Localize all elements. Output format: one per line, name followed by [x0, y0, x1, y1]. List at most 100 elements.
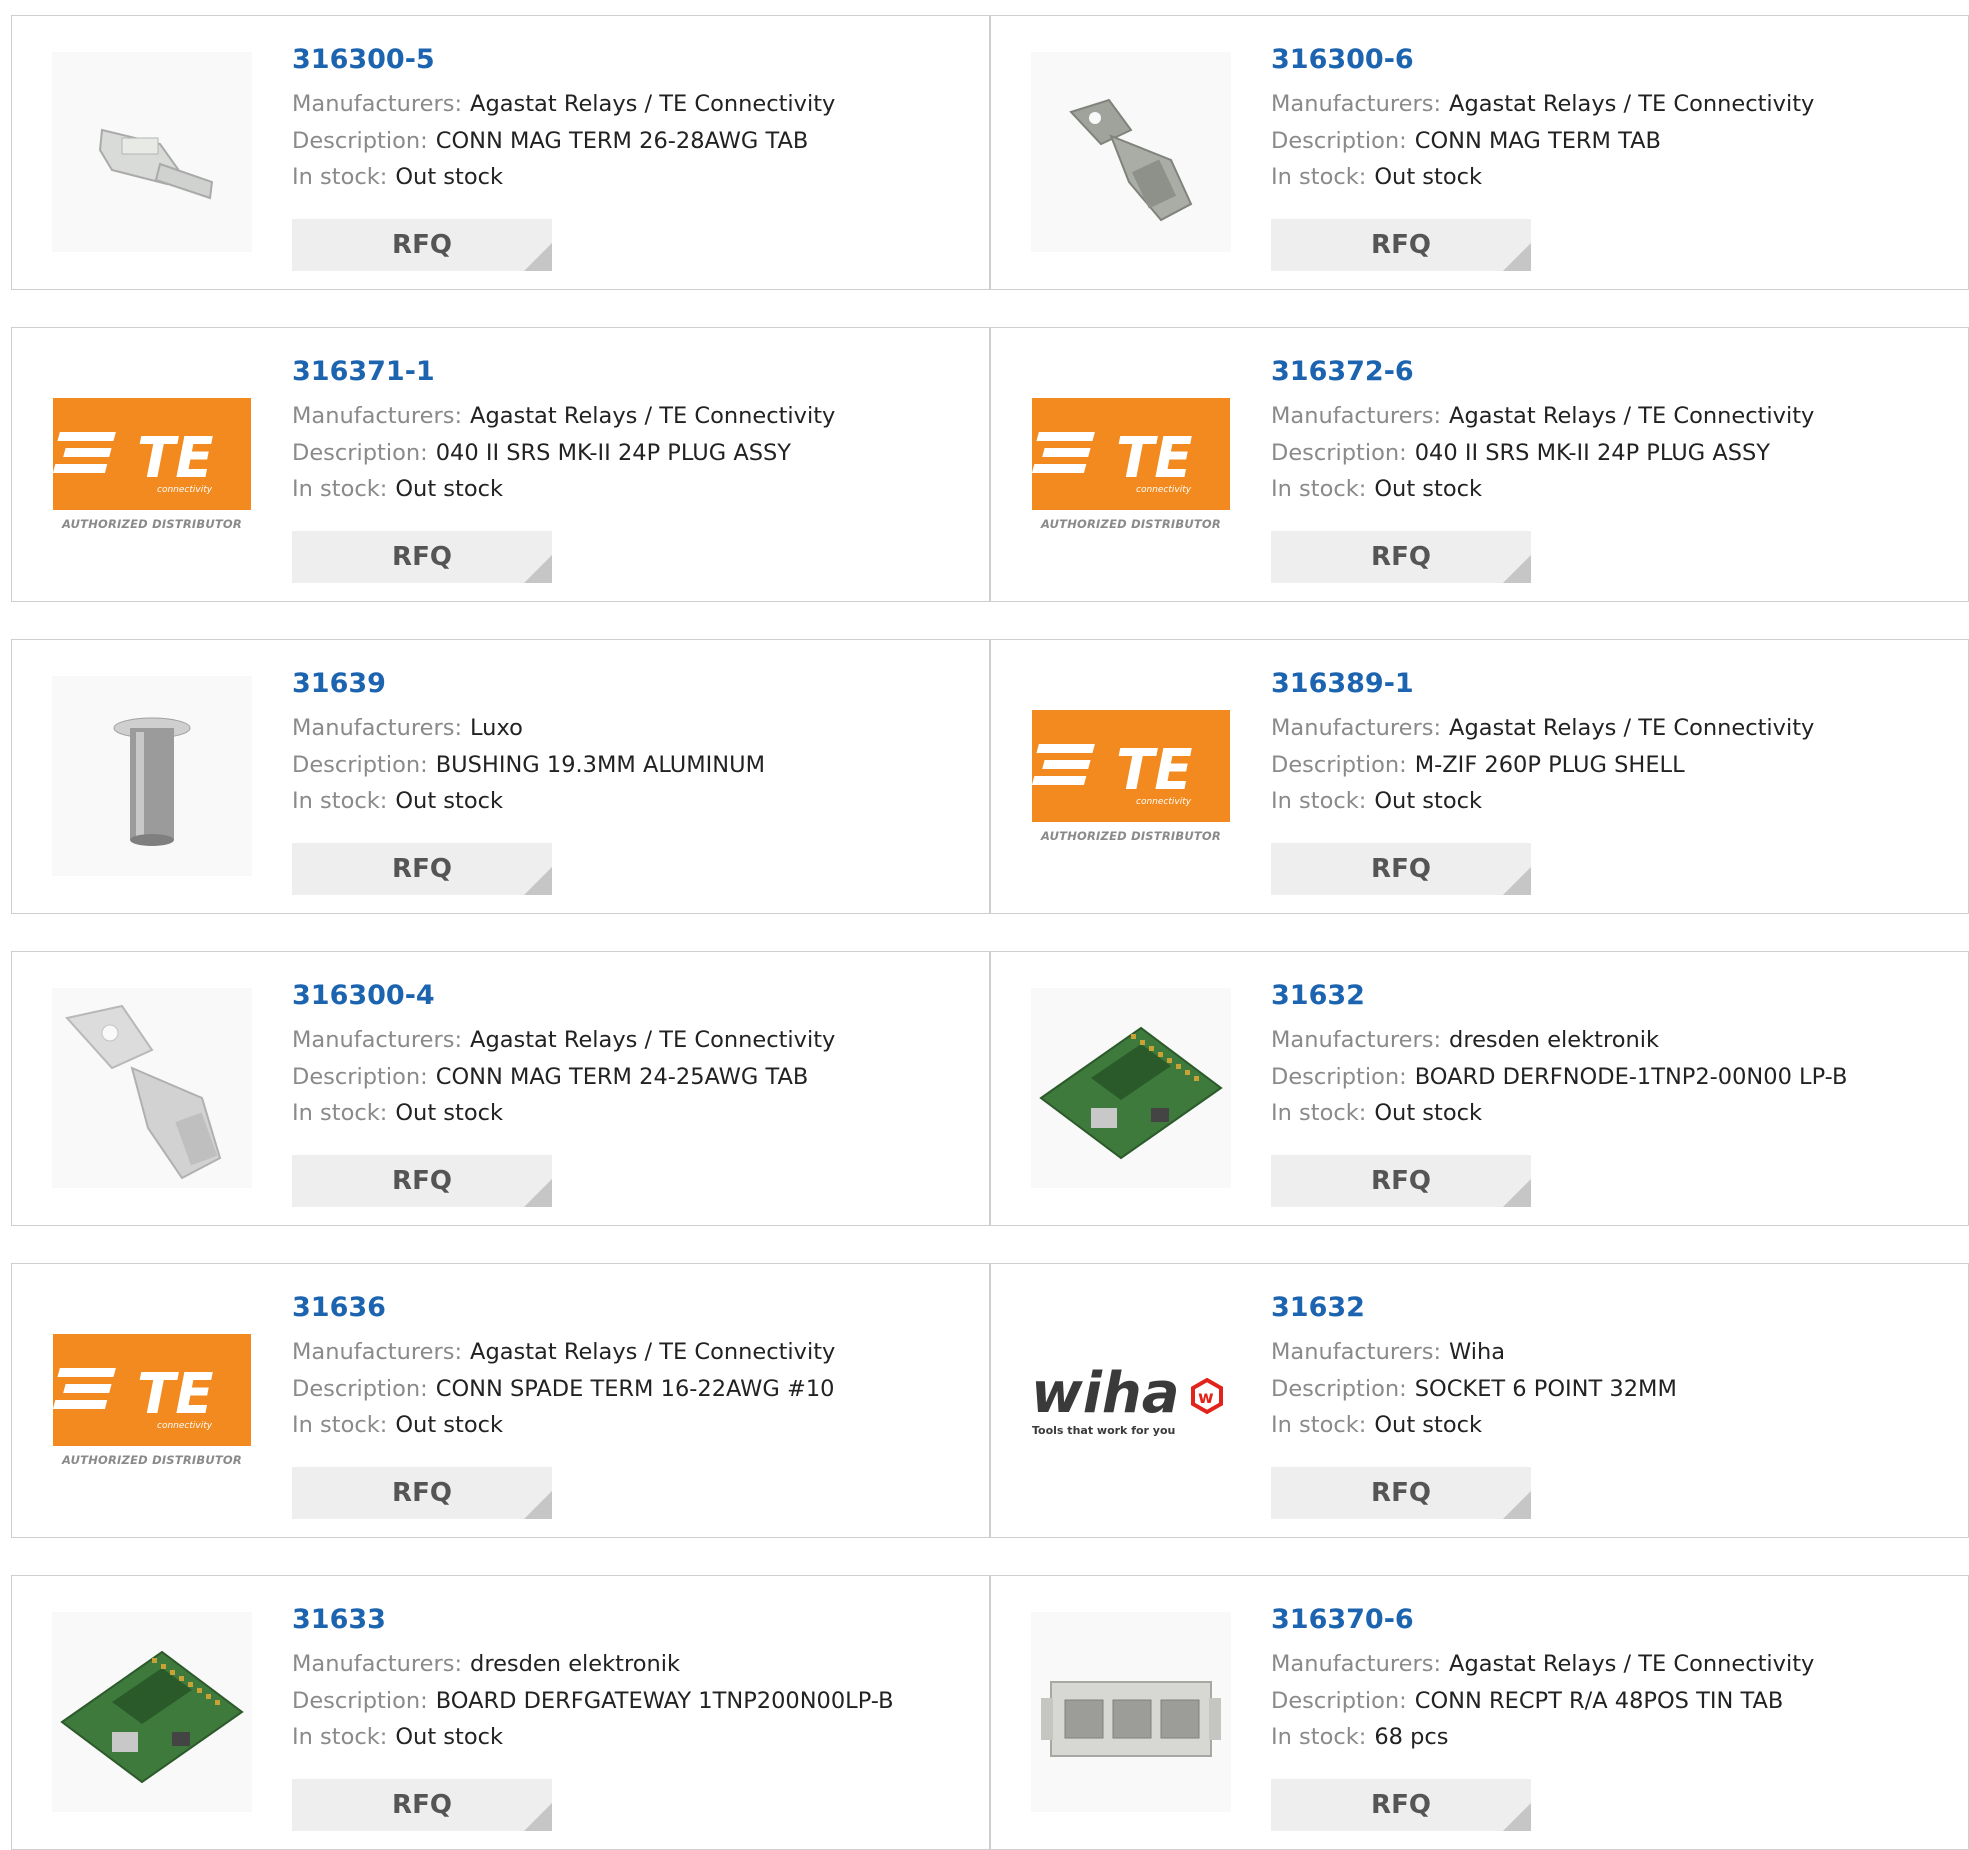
manufacturer-label: Manufacturers:	[292, 1651, 463, 1677]
rfq-button[interactable]: RFQ	[1271, 531, 1531, 583]
rfq-label: RFQ	[392, 1790, 452, 1820]
product-thumbnail[interactable]: wiha w Tools that work for you	[1031, 1300, 1231, 1500]
corner-triangle-icon	[524, 1491, 552, 1519]
manufacturer-row: Manufacturers: dresden elektronik	[292, 1653, 894, 1676]
rfq-button[interactable]: RFQ	[1271, 843, 1531, 895]
manufacturer-value: Agastat Relays / TE Connectivity	[470, 91, 836, 117]
rfq-label: RFQ	[392, 230, 452, 260]
part-number-link[interactable]: 31632	[1271, 1294, 1365, 1321]
product-thumbnail[interactable]	[1031, 52, 1231, 252]
description-label: Description:	[292, 1375, 428, 1402]
part-number-link[interactable]: 31636	[292, 1294, 386, 1321]
part-number-link[interactable]: 316372-6	[1271, 358, 1414, 385]
rfq-button[interactable]: RFQ	[292, 1155, 552, 1207]
description-row: Description: BUSHING 19.3MM ALUMINUM	[292, 751, 765, 778]
part-number-link[interactable]: 31639	[292, 670, 386, 697]
rfq-label: RFQ	[1371, 1478, 1431, 1508]
product-card: 316300-6 Manufacturers: Agastat Relays / T…	[990, 15, 1969, 290]
rfq-button[interactable]: RFQ	[292, 531, 552, 583]
wiha-brand-text: wiha	[1031, 1361, 1180, 1426]
part-number-link[interactable]: 316300-4	[292, 982, 435, 1009]
rfq-button[interactable]: RFQ	[292, 219, 552, 271]
authorized-distributor-text: AUTHORIZED DISTRIBUTOR	[62, 1452, 242, 1467]
manufacturer-row: Manufacturers: Agastat Relays / TE Connec…	[292, 93, 835, 116]
part-number-link[interactable]: 316389-1	[1271, 670, 1414, 697]
product-thumbnail[interactable]: TE connectivity AUTHORIZED DISTRIBUTOR	[52, 364, 252, 564]
te-logo-text: TE	[137, 426, 213, 491]
rfq-button[interactable]: RFQ	[1271, 219, 1531, 271]
product-card: TE connectivity AUTHORIZED DISTRIBUTOR 3163…	[990, 639, 1969, 914]
stock-status-row: In stock: Out stock	[292, 478, 835, 501]
product-card: wiha w Tools that work for you 31632 Manufac…	[990, 1263, 1969, 1538]
product-card: TE connectivity AUTHORIZED DISTRIBUTOR 3163…	[11, 327, 990, 602]
description-label: Description:	[292, 1063, 428, 1090]
wiha-tagline: Tools that work for you	[1032, 1424, 1175, 1437]
manufacturer-value: dresden elektronik	[1449, 1027, 1660, 1053]
stock-status-value: Out stock	[395, 788, 503, 814]
description-label: Description:	[292, 439, 428, 466]
description-label: Description:	[292, 751, 428, 778]
te-logo-box: TE connectivity	[52, 397, 251, 510]
product-card: TE connectivity AUTHORIZED DISTRIBUTOR 3163…	[11, 1263, 990, 1538]
product-card: 31633 Manufacturers: dresden elektronik Des…	[11, 1575, 990, 1850]
stock-status-value: Out stock	[1374, 788, 1482, 814]
product-info: 31632 Manufacturers: dresden elektronik Des…	[1271, 982, 1847, 1125]
rfq-button[interactable]: RFQ	[292, 1779, 552, 1831]
description-label: Description:	[1271, 751, 1407, 778]
rfq-button[interactable]: RFQ	[292, 843, 552, 895]
stock-status-value: Out stock	[1374, 476, 1482, 502]
product-thumbnail[interactable]	[1031, 1612, 1231, 1812]
rfq-label: RFQ	[392, 854, 452, 884]
stock-status-label: In stock:	[292, 1724, 388, 1750]
part-number-link[interactable]: 31632	[1271, 982, 1365, 1009]
part-number-link[interactable]: 316370-6	[1271, 1606, 1414, 1633]
manufacturer-label: Manufacturers:	[292, 715, 463, 741]
te-connectivity-logo: TE connectivity AUTHORIZED DISTRIBUTOR	[1031, 397, 1231, 531]
description-value: CONN MAG TERM TAB	[1414, 127, 1661, 154]
manufacturer-value: Luxo	[470, 715, 523, 741]
description-value: CONN MAG TERM 26-28AWG TAB	[435, 127, 809, 154]
product-thumbnail[interactable]	[52, 52, 252, 252]
corner-triangle-icon	[1503, 243, 1531, 271]
product-thumbnail[interactable]	[1031, 988, 1231, 1188]
product-thumbnail[interactable]	[52, 988, 252, 1188]
product-info: 316372-6 Manufacturers: Agastat Relays / T…	[1271, 358, 1814, 501]
description-row: Description: BOARD DERFNODE-1TNP2-00N00 L…	[1271, 1065, 1847, 1089]
te-logo-box: TE connectivity	[1031, 709, 1230, 822]
te-connectivity-logo: TE connectivity AUTHORIZED DISTRIBUTOR	[52, 1333, 252, 1467]
product-thumbnail[interactable]: TE connectivity AUTHORIZED DISTRIBUTOR	[1031, 364, 1231, 564]
product-thumbnail[interactable]: TE connectivity AUTHORIZED DISTRIBUTOR	[52, 1300, 252, 1500]
part-number-link[interactable]: 316371-1	[292, 358, 435, 385]
rfq-button[interactable]: RFQ	[1271, 1155, 1531, 1207]
rfq-button[interactable]: RFQ	[1271, 1779, 1531, 1831]
manufacturer-label: Manufacturers:	[292, 91, 463, 117]
stock-status-label: In stock:	[292, 476, 388, 502]
product-thumbnail[interactable]	[52, 1612, 252, 1812]
te-logo-text: TE	[1116, 738, 1192, 803]
rfq-label: RFQ	[1371, 854, 1431, 884]
rfq-label: RFQ	[392, 1166, 452, 1196]
product-info: 316300-5 Manufacturers: Agastat Relays / T…	[292, 46, 835, 189]
rfq-label: RFQ	[392, 1478, 452, 1508]
stock-status-label: In stock:	[292, 788, 388, 814]
rfq-button[interactable]: RFQ	[1271, 1467, 1531, 1519]
part-number-link[interactable]: 316300-6	[1271, 46, 1414, 73]
description-value: CONN SPADE TERM 16-22AWG #10	[435, 1375, 835, 1402]
stock-status-value: Out stock	[395, 164, 503, 190]
part-number-link[interactable]: 316300-5	[292, 46, 435, 73]
part-number-link[interactable]: 31633	[292, 1606, 386, 1633]
product-info: 31632 Manufacturers: Wiha Description: SOCKE…	[1271, 1294, 1677, 1437]
product-thumbnail[interactable]	[52, 676, 252, 876]
rfq-button[interactable]: RFQ	[292, 1467, 552, 1519]
manufacturer-value: Wiha	[1449, 1339, 1506, 1365]
te-connectivity-logo: TE connectivity AUTHORIZED DISTRIBUTOR	[1031, 709, 1231, 843]
product-card: 316370-6 Manufacturers: Agastat Relays / T…	[990, 1575, 1969, 1850]
stock-status-label: In stock:	[1271, 1724, 1367, 1750]
te-logo-subtext: connectivity	[157, 1421, 213, 1431]
product-info: 316370-6 Manufacturers: Agastat Relays / T…	[1271, 1606, 1814, 1749]
corner-triangle-icon	[524, 1179, 552, 1207]
te-logo-text: TE	[137, 1362, 213, 1427]
product-thumbnail[interactable]: TE connectivity AUTHORIZED DISTRIBUTOR	[1031, 676, 1231, 876]
manufacturer-label: Manufacturers:	[1271, 1651, 1442, 1677]
stock-status-value: Out stock	[1374, 1412, 1482, 1438]
